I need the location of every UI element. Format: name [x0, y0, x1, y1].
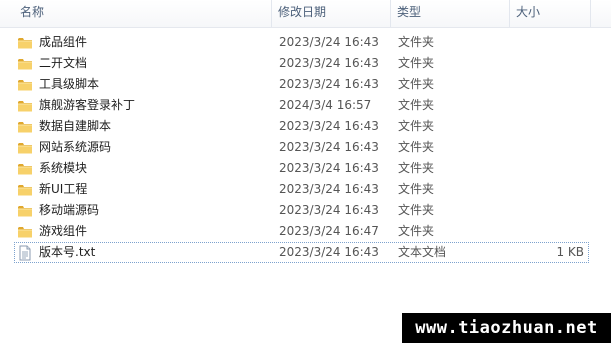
watermark: www.tiaozhuan.net: [402, 313, 611, 343]
file-name: 成品组件: [39, 35, 88, 49]
file-type: 文件夹: [398, 98, 435, 112]
sort-ascending-icon: ^: [137, 0, 145, 7]
file-type: 文件夹: [398, 77, 435, 91]
folder-icon: [17, 56, 33, 72]
file-name: 移动端源码: [39, 203, 100, 217]
file-type: 文件夹: [398, 203, 435, 217]
file-row[interactable]: 成品组件 2023/3/24 16:43 文件夹: [14, 32, 589, 53]
file-modified-date: 2023/3/24 16:43: [279, 119, 379, 133]
file-name: 二开文档: [39, 56, 88, 70]
file-row[interactable]: 数据自建脚本 2023/3/24 16:43 文件夹: [14, 116, 589, 137]
file-modified-date: 2023/3/24 16:43: [279, 203, 379, 217]
file-modified-date: 2023/3/24 16:47: [279, 224, 379, 238]
file-modified-date: 2023/3/24 16:43: [279, 77, 379, 91]
file-type: 文件夹: [398, 140, 435, 154]
file-modified-date: 2023/3/24 16:43: [279, 56, 379, 70]
folder-icon: [17, 77, 33, 93]
file-row[interactable]: 新UI工程 2023/3/24 16:43 文件夹: [14, 179, 589, 200]
file-row[interactable]: 网站系统源码 2023/3/24 16:43 文件夹: [14, 137, 589, 158]
file-name: 新UI工程: [39, 182, 88, 196]
column-header-type[interactable]: 类型: [391, 0, 509, 27]
file-row[interactable]: 工具级脚本 2023/3/24 16:43 文件夹: [14, 74, 589, 95]
file-row[interactable]: 游戏组件 2023/3/24 16:47 文件夹: [14, 221, 589, 242]
file-type: 文件夹: [398, 35, 435, 49]
file-row[interactable]: 旗舰游客登录补丁 2024/3/4 16:57 文件夹: [14, 95, 589, 116]
file-modified-date: 2023/3/24 16:43: [279, 35, 379, 49]
text-file-icon: [17, 245, 33, 261]
file-type: 文件夹: [398, 119, 435, 133]
file-type: 文件夹: [398, 161, 435, 175]
file-name: 数据自建脚本: [39, 119, 112, 133]
file-name: 系统模块: [39, 161, 88, 175]
file-modified-date: 2023/3/24 16:43: [279, 161, 379, 175]
file-name: 网站系统源码: [39, 140, 112, 154]
file-row[interactable]: 二开文档 2023/3/24 16:43 文件夹: [14, 53, 589, 74]
file-modified-date: 2023/3/24 16:43: [279, 182, 379, 196]
folder-icon: [17, 140, 33, 156]
file-modified-date: 2023/3/24 16:43: [279, 140, 379, 154]
folder-icon: [17, 182, 33, 198]
file-type: 文件夹: [398, 56, 435, 70]
file-row[interactable]: 移动端源码 2023/3/24 16:43 文件夹: [14, 200, 589, 221]
folder-icon: [17, 161, 33, 177]
file-type: 文件夹: [398, 224, 435, 238]
file-name: 游戏组件: [39, 224, 88, 238]
folder-icon: [17, 35, 33, 51]
column-header-bar: 名称 ^ 修改日期 类型 大小: [0, 0, 611, 28]
column-header-modified[interactable]: 修改日期: [272, 0, 390, 27]
file-type: 文件夹: [398, 182, 435, 196]
folder-icon: [17, 119, 33, 135]
file-name: 版本号.txt: [39, 245, 96, 259]
file-modified-date: 2023/3/24 16:43: [279, 245, 379, 259]
column-divider[interactable]: [590, 0, 591, 27]
file-modified-date: 2024/3/4 16:57: [279, 98, 372, 112]
column-header-size[interactable]: 大小: [510, 0, 590, 27]
folder-icon: [17, 98, 33, 114]
file-name: 旗舰游客登录补丁: [39, 98, 136, 112]
file-type: 文本文档: [398, 245, 447, 259]
file-row[interactable]: 版本号.txt 2023/3/24 16:43 文本文档 1 KB: [14, 242, 589, 263]
folder-icon: [17, 203, 33, 219]
file-size: 1 KB: [556, 245, 584, 259]
folder-icon: [17, 224, 33, 240]
file-row[interactable]: 系统模块 2023/3/24 16:43 文件夹: [14, 158, 589, 179]
file-name: 工具级脚本: [39, 77, 100, 91]
